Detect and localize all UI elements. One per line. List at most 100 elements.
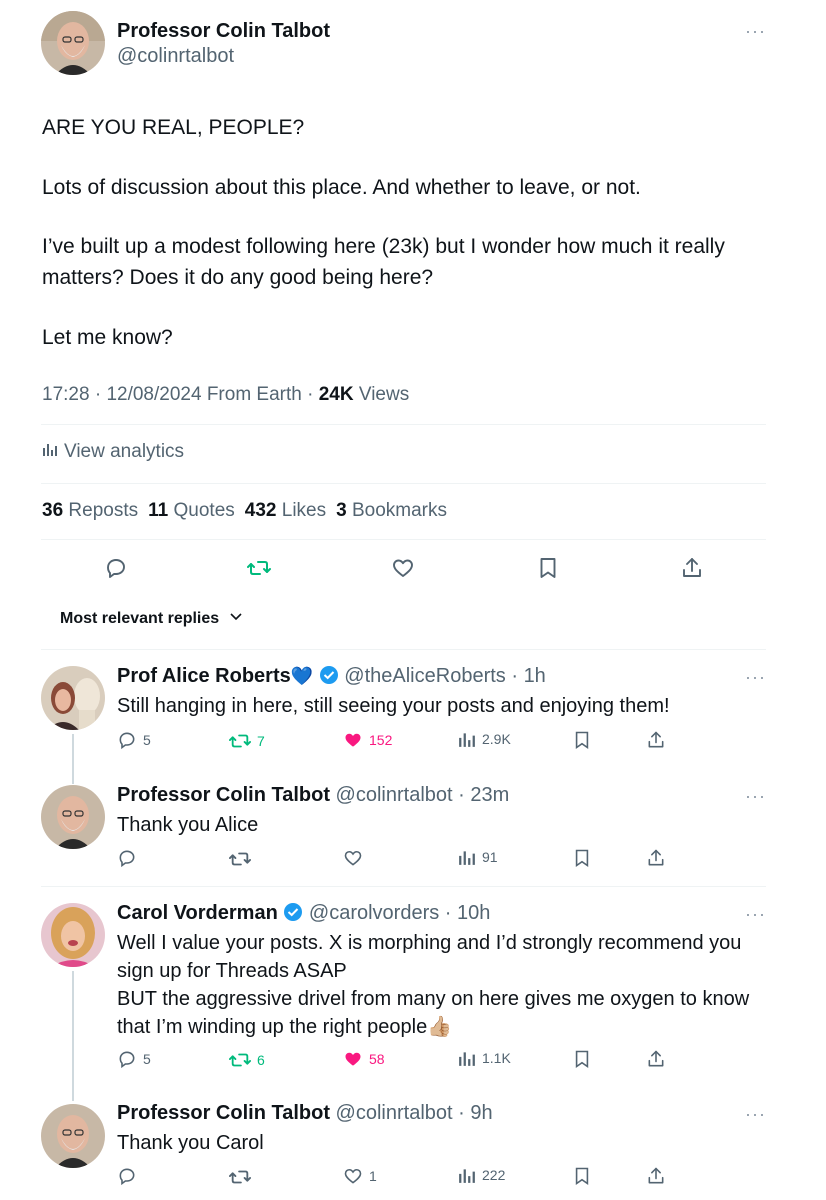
analytics-icon xyxy=(459,733,475,747)
analytics-icon xyxy=(459,1169,475,1183)
repost-icon xyxy=(229,1170,251,1184)
like-icon xyxy=(345,1052,361,1066)
repost-icon xyxy=(247,561,271,575)
reply-button[interactable] xyxy=(104,556,128,585)
like-count: 152 xyxy=(369,732,393,748)
bookmark-icon xyxy=(575,731,589,750)
reply-icon xyxy=(119,850,135,868)
divider xyxy=(41,539,766,540)
more-options-button[interactable]: ··· xyxy=(745,22,766,40)
repost-button[interactable]: 7 xyxy=(229,730,265,752)
quotes-stat[interactable]: 11 Quotes xyxy=(148,500,235,522)
reposts-stat[interactable]: 36 Reposts xyxy=(42,500,138,522)
like-button[interactable] xyxy=(391,556,415,585)
more-options-button[interactable]: ··· xyxy=(745,905,766,923)
reply-author-handle[interactable]: @theAliceRoberts xyxy=(344,665,505,687)
more-options-button[interactable]: ··· xyxy=(745,668,766,686)
reply-header: Carol Vorderman @carolvorders · 10h xyxy=(117,902,490,928)
replies-sort-label: Most relevant replies xyxy=(60,609,220,627)
like-button[interactable]: 58 xyxy=(343,1049,385,1069)
reply-avatar[interactable] xyxy=(41,1104,105,1168)
divider xyxy=(41,483,766,484)
reply-time[interactable]: 23m xyxy=(470,784,509,806)
reply-icon xyxy=(119,1168,135,1186)
share-button[interactable] xyxy=(680,556,704,585)
author-name[interactable]: Professor Colin Talbot xyxy=(117,20,330,43)
share-button[interactable] xyxy=(646,730,666,755)
bookmarks-stat[interactable]: 3 Bookmarks xyxy=(336,500,447,522)
share-button[interactable] xyxy=(646,848,666,873)
reply-button[interactable]: 5 xyxy=(117,730,151,750)
reply-time[interactable]: 10h xyxy=(457,902,490,924)
views-button[interactable]: 91 xyxy=(458,848,498,866)
repost-button[interactable] xyxy=(247,556,271,585)
view-analytics-link[interactable]: View analytics xyxy=(42,441,184,463)
likes-stat[interactable]: 432 Likes xyxy=(245,500,326,522)
reply-author-handle[interactable]: @carolvorders xyxy=(309,902,439,924)
tweet-time[interactable]: 17:28 xyxy=(42,384,90,405)
reply-time[interactable]: 1h xyxy=(524,665,546,687)
tweet-meta: 17:28 · 12/08/2024 From Earth · 24K View… xyxy=(42,384,410,405)
author-avatar[interactable] xyxy=(41,11,105,75)
reply-author-handle[interactable]: @colinrtalbot xyxy=(336,1102,453,1124)
views-button[interactable]: 222 xyxy=(458,1166,505,1184)
bookmark-icon xyxy=(575,1167,589,1186)
like-button[interactable]: 1 xyxy=(343,1166,377,1186)
reply-author-name[interactable]: Prof Alice Roberts xyxy=(117,665,291,687)
like-icon xyxy=(345,733,361,747)
bookmark-button[interactable] xyxy=(572,730,592,755)
views-button[interactable]: 1.1K xyxy=(458,1049,511,1067)
like-icon xyxy=(393,559,413,577)
reply-avatar[interactable] xyxy=(41,903,105,967)
view-analytics-label: View analytics xyxy=(64,441,185,462)
reply-text: Thank you Carol xyxy=(117,1132,264,1154)
bookmark-button[interactable] xyxy=(536,556,560,585)
tweet-date[interactable]: 12/08/2024 xyxy=(106,384,201,405)
bookmark-icon xyxy=(575,849,589,868)
reply-button[interactable]: 5 xyxy=(117,1049,151,1069)
divider xyxy=(41,886,766,887)
reply-count: 5 xyxy=(143,1051,151,1067)
reply-author-name[interactable]: Professor Colin Talbot xyxy=(117,1102,330,1124)
views-count: 91 xyxy=(482,849,498,865)
bookmark-button[interactable] xyxy=(572,848,592,873)
like-button[interactable]: 152 xyxy=(343,730,392,750)
repost-icon xyxy=(229,852,251,866)
repost-button[interactable]: 6 xyxy=(229,1049,265,1071)
more-options-button[interactable]: ··· xyxy=(745,787,766,805)
views-count: 2.9K xyxy=(482,731,511,747)
author-handle[interactable]: @colinrtalbot xyxy=(117,45,234,68)
share-button[interactable] xyxy=(646,1166,666,1191)
reply-button[interactable] xyxy=(117,848,137,868)
bookmark-icon xyxy=(540,558,556,578)
like-count: 58 xyxy=(369,1051,385,1067)
reply-avatar[interactable] xyxy=(41,785,105,849)
share-icon xyxy=(648,849,664,866)
share-button[interactable] xyxy=(646,1049,666,1074)
reply-author-handle[interactable]: @colinrtalbot xyxy=(336,784,453,806)
views-button[interactable]: 2.9K xyxy=(458,730,511,748)
replies-sort-dropdown[interactable]: Most relevant replies xyxy=(60,609,243,628)
bookmark-icon xyxy=(575,1050,589,1069)
reply-author-name[interactable]: Professor Colin Talbot xyxy=(117,784,330,806)
views-label: Views xyxy=(358,384,410,405)
share-icon xyxy=(648,1167,664,1184)
verified-icon xyxy=(319,665,339,691)
bookmark-button[interactable] xyxy=(572,1049,592,1074)
reply-icon xyxy=(107,559,125,578)
reply-text-line: BUT the aggressive drivel from many on h… xyxy=(117,988,750,1010)
views-count: 222 xyxy=(482,1167,506,1183)
reply-header: Prof Alice Roberts💙 @theAliceRoberts · 1… xyxy=(117,665,546,691)
bookmark-button[interactable] xyxy=(572,1166,592,1191)
tweet-stats: 36 Reposts 11 Quotes 432 Likes 3 Bookmar… xyxy=(42,500,447,522)
reply-author-name[interactable]: Carol Vorderman xyxy=(117,902,278,924)
repost-count: 7 xyxy=(257,733,265,749)
repost-button[interactable] xyxy=(229,848,251,870)
views-count: 1.1K xyxy=(482,1050,511,1066)
like-button[interactable] xyxy=(343,848,363,868)
reply-time[interactable]: 9h xyxy=(470,1102,492,1124)
reply-button[interactable] xyxy=(117,1166,137,1186)
reply-avatar[interactable] xyxy=(41,666,105,730)
more-options-button[interactable]: ··· xyxy=(745,1105,766,1123)
repost-button[interactable] xyxy=(229,1166,251,1188)
